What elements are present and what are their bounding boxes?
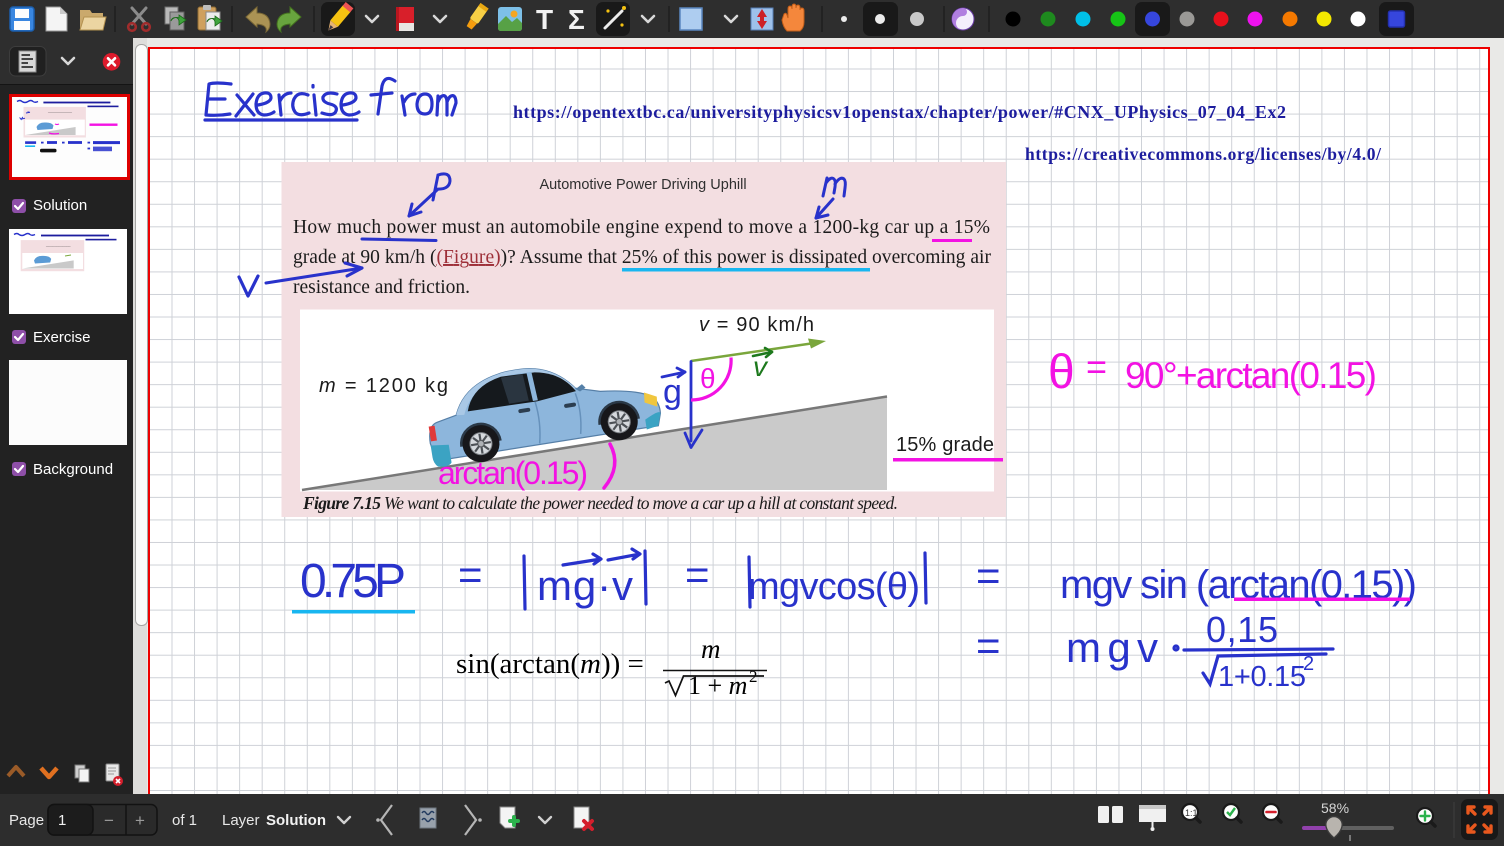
svg-text:58%: 58% (1321, 800, 1349, 816)
svg-text:1: 1 (58, 812, 66, 829)
svg-text:Page: Page (9, 812, 44, 829)
svg-text:+: + (135, 811, 145, 830)
svg-text:____________: ____________ (47, 109, 73, 113)
svg-text:T: T (536, 4, 553, 35)
svg-text:Σ: Σ (568, 4, 585, 35)
svg-text:Solution: Solution (266, 812, 326, 829)
svg-text:____________: ____________ (45, 242, 72, 246)
svg-text:−: − (104, 811, 114, 830)
svg-text:1:1: 1:1 (1185, 808, 1198, 818)
svg-text:Layer: Layer (222, 812, 260, 829)
svg-text:of 1: of 1 (172, 812, 197, 829)
